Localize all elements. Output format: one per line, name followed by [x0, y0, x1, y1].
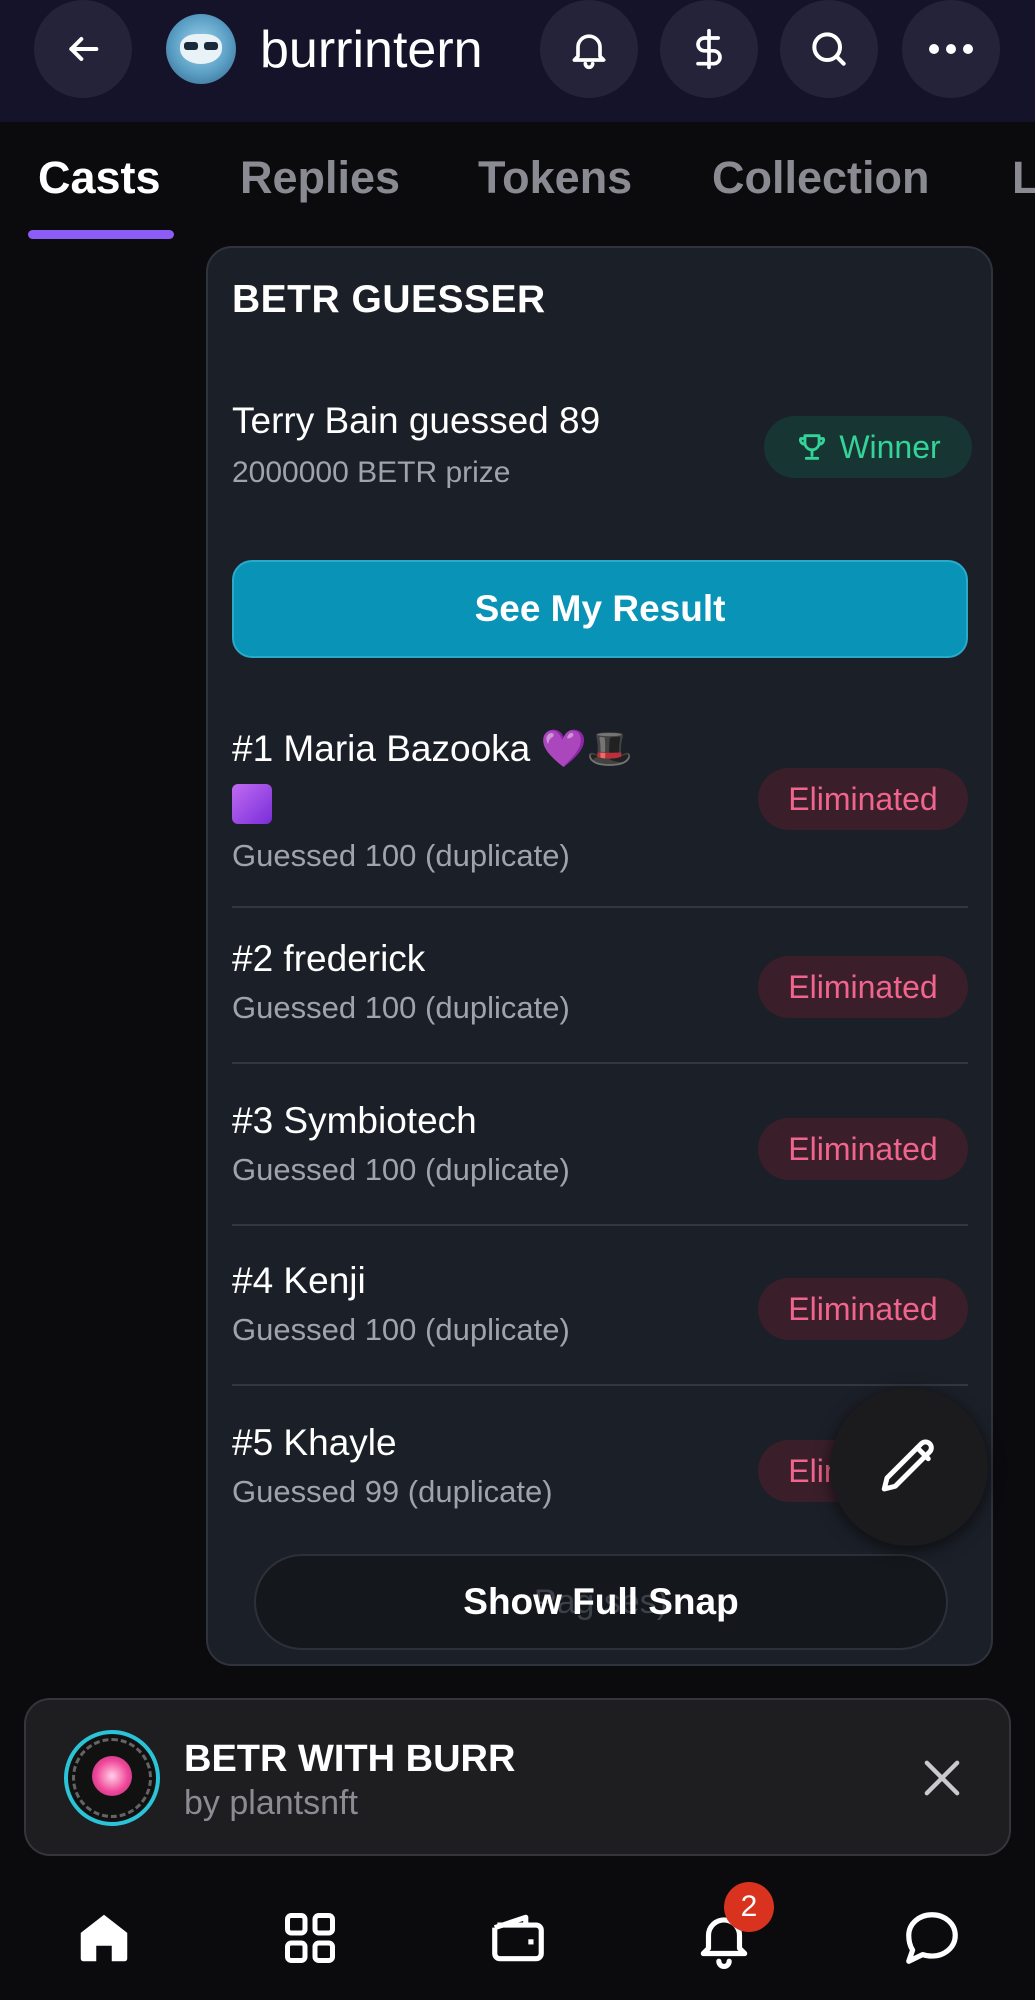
player-guess: Guessed 100 (duplicate) [232, 990, 570, 1025]
player-guess: Guessed 99 (duplicate) [232, 1474, 553, 1509]
player-name: #1 Maria Bazooka 💜🎩 [232, 728, 633, 771]
winner-badge-label: Winner [839, 428, 941, 465]
purple-square-emoji [232, 784, 272, 824]
compose-button[interactable] [830, 1388, 988, 1546]
wallet-icon [492, 1914, 544, 1962]
list-item: #1 Maria Bazooka 💜🎩 Guessed 100 (duplica… [232, 718, 968, 908]
nav-home[interactable] [72, 1906, 136, 1970]
show-full-snap-button[interactable]: Pag ses) Show Full Snap [254, 1554, 948, 1650]
tab-more[interactable]: L [1012, 152, 1035, 204]
show-full-snap-label: Show Full Snap [463, 1581, 739, 1622]
row-divider [232, 906, 968, 908]
see-my-result-button[interactable]: See My Result [232, 560, 968, 658]
bottom-navigation: 2 [0, 1876, 1035, 2000]
profile-header: burrintern [0, 0, 1035, 122]
chat-icon [906, 1912, 958, 1964]
player-name-text: #1 Maria Bazooka [232, 728, 531, 769]
player-name: #5 Khayle [232, 1422, 397, 1463]
list-item: #2 frederick Guessed 100 (duplicate) Eli… [232, 938, 968, 1098]
back-button[interactable] [34, 0, 132, 98]
winner-line: Terry Bain guessed 89 [232, 400, 601, 441]
trophy-icon [799, 434, 826, 460]
bell-icon [572, 34, 606, 70]
search-icon [812, 32, 846, 66]
tab-tokens[interactable]: Tokens [478, 152, 632, 204]
mini-app-title: BETR WITH BURR [184, 1738, 516, 1780]
card-title: BETR GUESSER [232, 278, 546, 321]
mini-app-logo [64, 1730, 160, 1826]
player-name: #4 Kenji [232, 1260, 366, 1301]
avatar-eye [204, 42, 218, 50]
list-item: #3 Symbiotech Guessed 100 (duplicate) El… [232, 1100, 968, 1260]
more-icon [929, 44, 973, 54]
player-guess: Guessed 100 (duplicate) [232, 838, 570, 873]
heart-emoji: 💜🎩 [540, 728, 633, 769]
player-guess: Guessed 100 (duplicate) [232, 1152, 570, 1187]
home-icon [80, 1914, 128, 1962]
row-divider [232, 1384, 968, 1386]
back-arrow-icon [69, 37, 99, 61]
nav-chat[interactable] [900, 1906, 964, 1970]
tab-collection[interactable]: Collection [712, 152, 930, 204]
prize-line: 2000000 BETR prize [232, 456, 511, 489]
avatar-eye [184, 42, 198, 50]
profile-tabs: Casts Replies Tokens Collection L [0, 130, 1035, 240]
active-tab-indicator [28, 230, 174, 239]
mini-app-bar[interactable]: BETR WITH BURR by plantsnft [24, 1698, 1011, 1856]
status-badge: Eliminated [758, 768, 968, 830]
row-divider [232, 1224, 968, 1226]
status-badge: Eliminated [758, 1118, 968, 1180]
flower-icon [92, 1756, 132, 1796]
apps-grid-icon [285, 1913, 335, 1963]
nav-apps[interactable] [278, 1906, 342, 1970]
search-button[interactable] [780, 0, 878, 98]
dollar-icon [696, 28, 722, 70]
close-icon [924, 1760, 960, 1796]
player-guess: Guessed 100 (duplicate) [232, 1312, 570, 1347]
tab-casts[interactable]: Casts [38, 152, 161, 204]
nav-wallet[interactable] [486, 1906, 550, 1970]
tip-button[interactable] [660, 0, 758, 98]
list-item: #4 Kenji Guessed 100 (duplicate) Elimina… [232, 1260, 968, 1420]
avatar[interactable] [166, 14, 236, 84]
more-button[interactable] [902, 0, 1000, 98]
close-button[interactable] [916, 1752, 968, 1804]
profile-username: burrintern [260, 21, 483, 79]
status-badge: Eliminated [758, 1278, 968, 1340]
tab-replies[interactable]: Replies [240, 152, 400, 204]
row-divider [232, 1062, 968, 1064]
mini-app-byline: by plantsnft [184, 1784, 358, 1822]
player-name: #2 frederick [232, 938, 426, 979]
winner-badge: Winner [764, 416, 972, 478]
player-name: #3 Symbiotech [232, 1100, 477, 1141]
notification-count-badge: 2 [724, 1882, 774, 1932]
notifications-button[interactable] [540, 0, 638, 98]
status-badge: Eliminated [758, 956, 968, 1018]
pencil-icon [881, 1439, 934, 1492]
